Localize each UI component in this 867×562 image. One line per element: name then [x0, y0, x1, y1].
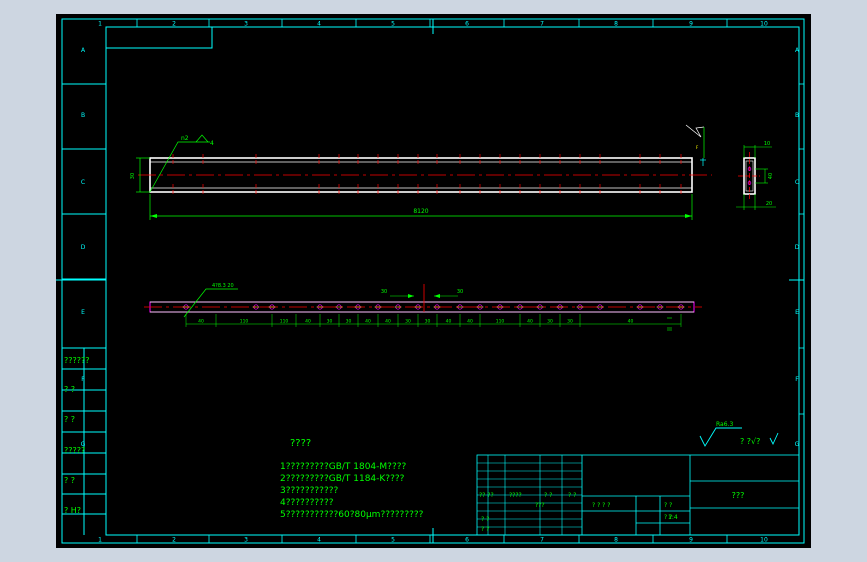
col-label-bottom: 6 — [465, 537, 469, 544]
plan-chain-label: 40 — [446, 319, 452, 325]
title-block: ??? ?? ?? ???? ? ? ? ? ??? ? ? ? ? ? ? ?… — [476, 454, 800, 536]
col-label-bottom: 1 — [98, 537, 102, 544]
plan-spacing-left: 30 — [381, 289, 387, 295]
col-label-top: 6 — [465, 21, 469, 28]
section-bottom-dim: 20 — [766, 201, 772, 207]
col-label-bottom: 7 — [540, 537, 544, 544]
col-label-top: 10 — [760, 21, 768, 28]
col-label-bottom: 8 — [614, 537, 618, 544]
row-label-right: B — [795, 112, 799, 119]
left-stamp-text: ? H? — [64, 506, 81, 515]
plan-chain-label: 30 — [547, 319, 553, 325]
col-label-top: 8 — [614, 21, 618, 28]
col-label-top: 3 — [244, 21, 248, 28]
col-label-top: 1 — [98, 21, 102, 28]
left-stamp-text: ?????? — [64, 356, 89, 365]
plan-chain-label: 40 — [467, 319, 473, 325]
tb-label-11: ? ? — [481, 526, 489, 533]
plan-chain-label: 40 — [365, 319, 371, 325]
note-item-5: 5???????????60?80μm????????? — [280, 510, 424, 520]
left-stamp-text: ????? — [64, 446, 85, 455]
drawing-sheet: 1 1 2 2 3 3 4 4 5 5 6 6 7 7 8 8 9 9 10 10 A A B B C C D D E E F F G G ???… — [56, 14, 811, 548]
tb-label-3: ? ? — [544, 492, 552, 499]
plan-chain-label: 110 — [280, 319, 289, 325]
plan-chain-label: 110 — [496, 319, 505, 325]
col-label-bottom: 10 — [760, 537, 768, 544]
left-stamp-text: ? ? — [64, 385, 75, 394]
roughness-suffix: ? ?√? — [740, 437, 760, 446]
plan-chain-label: 40 — [385, 319, 391, 325]
plan-spacing-right: 30 — [457, 289, 463, 295]
tb-label-4: ? ? — [568, 492, 576, 499]
main-leader-note: n2 — [181, 135, 189, 142]
row-label-right: D — [795, 244, 800, 251]
row-label-right: C — [795, 179, 799, 186]
plan-chain-label: 30 — [346, 319, 352, 325]
tb-label-1: ?? ?? — [479, 492, 494, 499]
tb-label-7: ? ? — [664, 502, 672, 509]
plan-hole-note: 4?8.3 20 — [212, 283, 234, 289]
row-label-left: D — [81, 244, 86, 251]
plan-chain-label: 30 — [567, 319, 573, 325]
tb-scale: 1:4 — [668, 514, 678, 521]
note-item-1: 1?????????GB/T 1804-M???? — [280, 462, 407, 472]
tb-label-6: ? ? ? ? — [592, 502, 610, 509]
plan-chain-label: 30 — [327, 319, 333, 325]
row-label-left: A — [81, 47, 86, 54]
row-label-right: E — [795, 309, 799, 316]
tb-label-5: ??? — [535, 502, 545, 509]
col-label-bottom: 2 — [172, 537, 176, 544]
roughness-symbol: Ra6.3 ? ?√? — [699, 421, 779, 447]
row-label-right: F — [795, 376, 799, 383]
col-label-top: 5 — [391, 21, 395, 28]
plan-chain-label: 110 — [240, 319, 249, 325]
col-label-bottom: 9 — [689, 537, 693, 544]
section-height-dim: 40 — [768, 173, 774, 179]
note-item-2: 2?????????GB/T 1184-K???? — [280, 474, 405, 484]
right-end-mark: F — [696, 145, 699, 150]
note-item-4: 4?????????? — [280, 498, 334, 508]
col-label-bottom: 5 — [391, 537, 395, 544]
plan-chain-label: 40 — [305, 319, 311, 325]
row-label-left: F — [81, 376, 85, 383]
main-leader-value: 4 — [210, 140, 214, 147]
outer-frame — [61, 18, 805, 544]
tb-label-2: ???? — [509, 492, 522, 499]
row-label-right: G — [795, 441, 800, 448]
main-height-dim: 30 — [130, 173, 136, 179]
plan-chain-label: 40 — [628, 319, 634, 325]
col-label-top: 4 — [317, 21, 321, 28]
plan-chain-label: 40 — [198, 319, 204, 325]
section-view: 10 40 20 — [736, 141, 776, 210]
roughness-value: Ra6.3 — [716, 421, 733, 428]
tb-drawing-name: ??? — [732, 491, 745, 500]
note-item-3: 3??????????? — [280, 486, 338, 496]
col-label-top: 2 — [172, 21, 176, 28]
main-length-dim: 8120 — [413, 208, 428, 215]
col-label-top: 7 — [540, 21, 544, 28]
plan-chain-label: 30 — [425, 319, 431, 325]
plan-chain-label: 30 — [405, 319, 411, 325]
row-label-left: C — [81, 179, 85, 186]
row-label-left: B — [81, 112, 85, 119]
col-label-top: 9 — [689, 21, 693, 28]
plan-chain-label: 40 — [527, 319, 533, 325]
technical-notes: ???? 1?????????GB/T 1804-M???? 2????????… — [280, 438, 424, 520]
main-view: 30 8120 n2 4 F — [130, 124, 712, 220]
col-label-bottom: 4 — [317, 537, 321, 544]
section-width-dim: 10 — [764, 141, 770, 147]
inner-frame — [105, 26, 800, 536]
plan-view: 40 110 110 40 30 30 40 40 30 30 40 40 110 40 30 30 40 4?… — [144, 283, 702, 331]
notes-title: ???? — [290, 438, 311, 449]
col-label-bottom: 3 — [244, 537, 248, 544]
left-stamp-text: ? ? — [64, 415, 75, 424]
tb-label-10: ? ? — [481, 516, 489, 523]
cad-drawing: 1122334455667788991010A AB BC CD DE EF FG G ???… — [56, 18, 805, 544]
left-stamp-text: ? ? — [64, 476, 75, 485]
row-label-left: E — [81, 309, 85, 316]
